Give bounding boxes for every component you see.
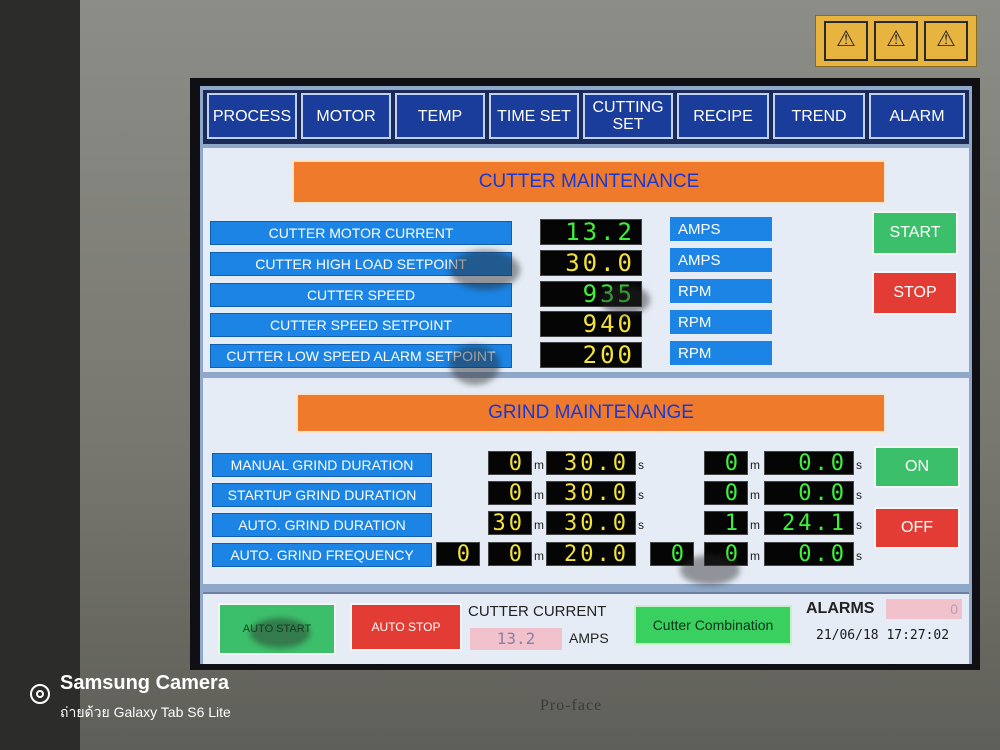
alarms-title: ALARMS bbox=[806, 600, 875, 617]
datetime-display: 21/06/18 17:27:02 bbox=[816, 628, 950, 643]
screen-smudge bbox=[250, 618, 310, 648]
auto-stop-button[interactable]: AUTO STOP bbox=[350, 603, 462, 651]
alarms-count[interactable]: 0 bbox=[886, 599, 962, 619]
manual-grind-act-min: 0 bbox=[704, 451, 748, 476]
tab-recipe[interactable]: RECIPE bbox=[677, 93, 769, 139]
device-brand-logo: Pro-face bbox=[540, 697, 603, 714]
auto-grind-frequency-set-hr[interactable]: 0 bbox=[436, 542, 480, 567]
screen-smudge bbox=[450, 250, 520, 290]
minute-unit: m bbox=[750, 458, 760, 472]
auto-grind-duration-label: AUTO. GRIND DURATION bbox=[212, 513, 432, 537]
warning-icon: ⚠ bbox=[874, 21, 918, 61]
unit-amps: AMPS bbox=[670, 217, 772, 241]
tab-temp[interactable]: TEMP bbox=[395, 93, 485, 139]
cutter-low-speed-alarm-setpoint-value[interactable]: 200 bbox=[540, 341, 642, 369]
cutter-current-unit: AMPS bbox=[569, 630, 609, 646]
screen-smudge bbox=[680, 555, 740, 585]
auto-grind-frequency-act-sec: 0.0 bbox=[764, 542, 854, 567]
auto-grind-frequency-set-sec[interactable]: 20.0 bbox=[546, 542, 636, 567]
cutter-maintenance-title: CUTTER MAINTENANCE bbox=[292, 160, 886, 204]
grind-off-button[interactable]: OFF bbox=[874, 507, 960, 549]
grind-on-button[interactable]: ON bbox=[874, 446, 960, 488]
minute-unit: m bbox=[534, 458, 544, 472]
cutter-combination-button[interactable]: Cutter Combination bbox=[634, 605, 792, 645]
startup-grind-act-sec: 0.0 bbox=[764, 481, 854, 506]
tab-time-set[interactable]: TIME SET bbox=[489, 93, 579, 139]
auto-grind-frequency-set-min[interactable]: 0 bbox=[488, 542, 532, 567]
watermark-subtitle: ถ่ายด้วย Galaxy Tab S6 Lite bbox=[60, 704, 231, 720]
startup-grind-set-sec[interactable]: 30.0 bbox=[546, 481, 636, 506]
startup-grind-duration-label: STARTUP GRIND DURATION bbox=[212, 483, 432, 507]
second-unit: s bbox=[856, 458, 862, 472]
second-unit: s bbox=[638, 458, 644, 472]
screen-smudge bbox=[450, 345, 500, 385]
cutter-motor-current-label: CUTTER MOTOR CURRENT bbox=[210, 221, 512, 245]
manual-grind-act-sec: 0.0 bbox=[764, 451, 854, 476]
unit-rpm: RPM bbox=[670, 310, 772, 334]
auto-grind-set-min[interactable]: 30 bbox=[488, 511, 532, 536]
auto-grind-set-sec[interactable]: 30.0 bbox=[546, 511, 636, 536]
unit-rpm: RPM bbox=[670, 341, 772, 365]
startup-grind-set-min[interactable]: 0 bbox=[488, 481, 532, 506]
cutter-speed-setpoint-label: CUTTER SPEED SETPOINT bbox=[210, 313, 512, 337]
manual-grind-set-min[interactable]: 0 bbox=[488, 451, 532, 476]
watermark-title: Samsung Camera bbox=[60, 672, 229, 694]
warning-icon: ⚠ bbox=[824, 21, 868, 61]
cutter-current-title: CUTTER CURRENT bbox=[468, 603, 607, 620]
minute-unit: m bbox=[750, 549, 760, 563]
grind-maintenance-title: GRIND MAINTENANGE bbox=[296, 393, 886, 433]
cutter-start-button[interactable]: START bbox=[872, 211, 958, 255]
warning-sticker: ⚠ ⚠ ⚠ bbox=[815, 15, 977, 67]
cutter-high-load-setpoint-value[interactable]: 30.0 bbox=[540, 249, 642, 277]
cutter-stop-button[interactable]: STOP bbox=[872, 271, 958, 315]
tab-process[interactable]: PROCESS bbox=[207, 93, 297, 139]
minute-unit: m bbox=[534, 518, 544, 532]
minute-unit: m bbox=[534, 549, 544, 563]
cutter-motor-current-value: 13.2 bbox=[540, 218, 642, 246]
second-unit: s bbox=[856, 488, 862, 502]
tab-alarm[interactable]: ALARM bbox=[869, 93, 965, 139]
second-unit: s bbox=[638, 518, 644, 532]
second-unit: s bbox=[856, 518, 862, 532]
unit-rpm: RPM bbox=[670, 279, 772, 303]
auto-grind-act-min: 1 bbox=[704, 511, 748, 536]
startup-grind-act-min: 0 bbox=[704, 481, 748, 506]
auto-grind-frequency-label: AUTO. GRIND FREQUENCY bbox=[212, 543, 432, 567]
unit-amps: AMPS bbox=[670, 248, 772, 272]
warning-icon: ⚠ bbox=[924, 21, 968, 61]
minute-unit: m bbox=[534, 488, 544, 502]
manual-grind-duration-label: MANUAL GRIND DURATION bbox=[212, 453, 432, 477]
auto-grind-act-sec: 24.1 bbox=[764, 511, 854, 536]
tab-cutting-set[interactable]: CUTTING SET bbox=[583, 93, 673, 139]
screen-smudge bbox=[600, 285, 650, 315]
camera-lens-icon bbox=[30, 684, 50, 704]
cutter-current-value: 13.2 bbox=[470, 628, 562, 650]
minute-unit: m bbox=[750, 518, 760, 532]
second-unit: s bbox=[856, 549, 862, 563]
tab-motor[interactable]: MOTOR bbox=[301, 93, 391, 139]
minute-unit: m bbox=[750, 488, 760, 502]
tab-trend[interactable]: TREND bbox=[773, 93, 865, 139]
manual-grind-set-sec[interactable]: 30.0 bbox=[546, 451, 636, 476]
second-unit: s bbox=[638, 488, 644, 502]
